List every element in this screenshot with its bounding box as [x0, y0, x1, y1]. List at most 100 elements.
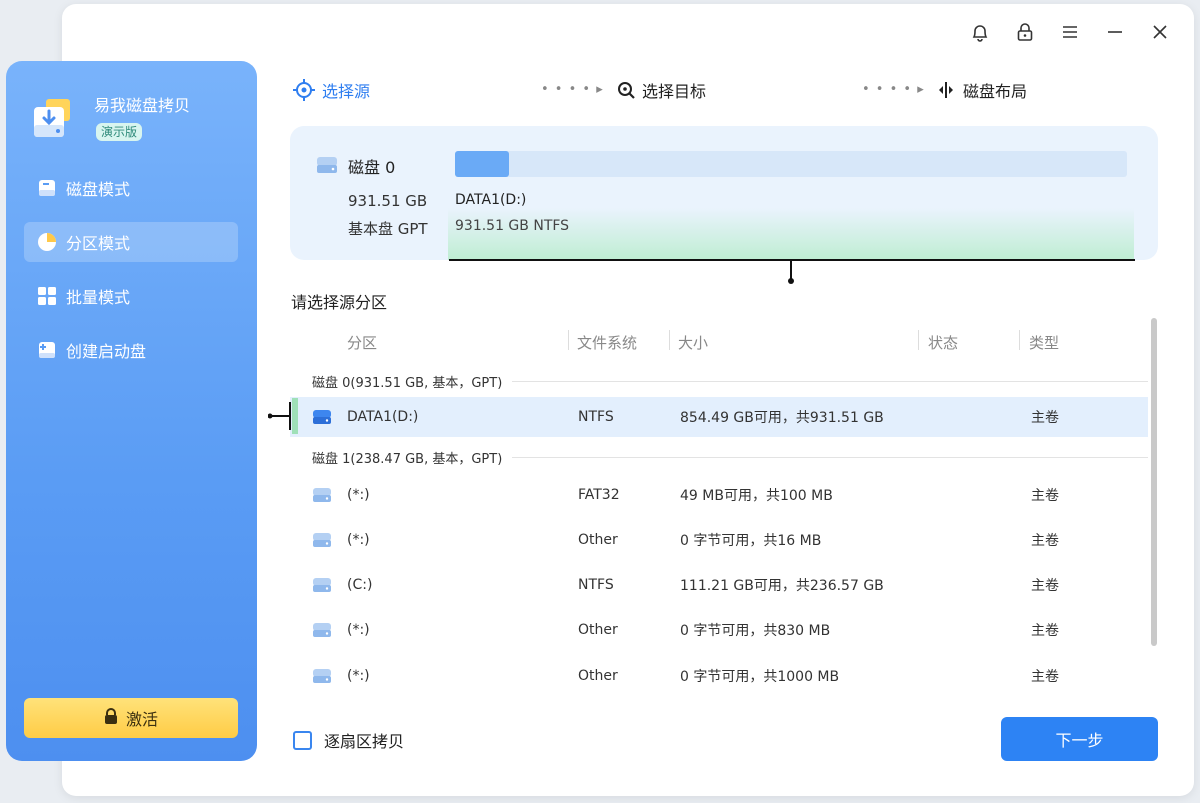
sidebar-item-partition-mode[interactable]: 分区模式 — [24, 222, 238, 262]
row-name: (*:) — [347, 487, 370, 503]
section-title: 请选择源分区 — [291, 293, 388, 312]
step-select-source[interactable]: 选择源 — [292, 78, 370, 102]
header-divider — [918, 330, 919, 350]
bell-icon[interactable] — [969, 21, 991, 43]
header-divider — [1019, 330, 1020, 350]
partition-table: 分区 文件系统 大小 状态 类型 磁盘 0(931.51 GB, 基本，GPT)… — [290, 320, 1152, 710]
header-divider — [568, 330, 569, 350]
row-size: 854.49 GB可用，共931.51 GB — [680, 410, 884, 426]
sector-copy-option[interactable]: 逐扇区拷贝 — [293, 728, 404, 752]
row-type: 主卷 — [1031, 623, 1059, 639]
row-type: 主卷 — [1031, 578, 1059, 594]
target-icon — [292, 78, 316, 102]
partition-fs: 931.51 GB NTFS — [455, 218, 570, 234]
activate-button[interactable]: 激活 — [24, 698, 238, 738]
grid-icon — [36, 285, 58, 307]
pie-chart-icon — [36, 231, 58, 253]
app-logo-icon — [30, 95, 76, 139]
usage-bar[interactable] — [455, 151, 1127, 177]
partition-icon — [312, 622, 332, 642]
table-row[interactable]: (*:) Other 0 字节可用，共16 MB 主卷 — [290, 520, 1148, 560]
brand: 易我磁盘拷贝 演示版 — [30, 95, 190, 141]
row-name: (*:) — [347, 668, 370, 684]
sidebar-item-batch-mode[interactable]: 批量模式 — [24, 276, 238, 316]
row-name: (*:) — [347, 622, 370, 638]
sidebar-item-label: 磁盘模式 — [66, 180, 131, 199]
table-scrollbar[interactable] — [1151, 318, 1157, 646]
disk-name: 磁盘 0 — [348, 158, 396, 177]
disk-type: 基本盘 GPT — [348, 220, 428, 238]
target-search-icon — [616, 80, 636, 100]
sector-copy-label: 逐扇区拷贝 — [324, 732, 405, 751]
step-select-target[interactable]: 选择目标 — [616, 78, 706, 102]
layout-split-icon — [935, 80, 957, 100]
partition-baseline — [449, 259, 1135, 261]
step-label: 选择目标 — [642, 82, 707, 101]
header-size[interactable]: 大小 — [678, 332, 708, 353]
partition-highlight — [448, 208, 1134, 260]
sidebar: 易我磁盘拷贝 演示版 磁盘模式 分区模式 批量模式 创建启动盘 激活 — [6, 61, 257, 761]
table-row[interactable]: (*:) Other 0 字节可用，共1000 MB 主卷 — [290, 656, 1148, 696]
sidebar-item-label: 创建启动盘 — [66, 342, 147, 361]
row-fs: Other — [578, 668, 618, 684]
sidebar-item-create-boot-disk[interactable]: 创建启动盘 — [24, 330, 238, 370]
usage-bar-fill — [455, 151, 509, 177]
lock-icon — [104, 708, 118, 728]
row-fs: NTFS — [578, 409, 614, 425]
row-type: 主卷 — [1031, 533, 1059, 549]
sidebar-nav: 磁盘模式 分区模式 批量模式 创建启动盘 — [24, 168, 238, 384]
sector-copy-checkbox[interactable] — [293, 730, 312, 750]
disk-size: 931.51 GB — [348, 192, 428, 210]
app-name: 易我磁盘拷贝 — [94, 96, 191, 115]
lock-icon[interactable] — [1014, 21, 1036, 43]
disk-mode-icon — [36, 177, 58, 199]
header-type[interactable]: 类型 — [1029, 332, 1059, 353]
table-row[interactable]: (*:) FAT32 49 MB可用，共100 MB 主卷 — [290, 475, 1148, 515]
close-icon[interactable] — [1149, 21, 1171, 43]
disk-group-header: 磁盘 0(931.51 GB, 基本，GPT) — [312, 372, 1148, 391]
table-row[interactable]: DATA1(D:) NTFS 854.49 GB可用，共931.51 GB 主卷 — [290, 397, 1148, 437]
sidebar-item-disk-mode[interactable]: 磁盘模式 — [24, 168, 238, 208]
row-fs: FAT32 — [578, 487, 620, 503]
step-connector-dots: • • • • ▸ — [862, 82, 925, 97]
row-type: 主卷 — [1031, 669, 1059, 685]
row-type: 主卷 — [1031, 410, 1059, 426]
partition-icon — [312, 409, 332, 429]
demo-badge: 演示版 — [96, 123, 143, 141]
partition-icon — [312, 487, 332, 507]
table-row[interactable]: (*:) Other 0 字节可用，共830 MB 主卷 — [290, 610, 1148, 650]
partition-icon — [312, 668, 332, 688]
header-divider — [669, 330, 670, 350]
sidebar-item-label: 批量模式 — [66, 288, 131, 307]
partition-icon — [312, 577, 332, 597]
step-disk-layout[interactable]: 磁盘布局 — [935, 78, 1027, 102]
minimize-icon[interactable] — [1104, 21, 1126, 43]
row-size: 111.21 GB可用，共236.57 GB — [680, 578, 884, 594]
partition-pointer-dot — [788, 278, 794, 284]
row-name: (*:) — [347, 532, 370, 548]
row-size: 0 字节可用，共1000 MB — [680, 669, 840, 685]
row-size: 0 字节可用，共830 MB — [680, 623, 831, 639]
step-connector-dots: • • • • ▸ — [541, 82, 604, 97]
row-name: DATA1(D:) — [347, 409, 419, 425]
partition-name: DATA1(D:) — [455, 192, 527, 208]
row-fs: Other — [578, 622, 618, 638]
step-label: 选择源 — [322, 82, 371, 101]
partition-pointer — [790, 260, 792, 280]
row-fs: NTFS — [578, 577, 614, 593]
selection-marker — [267, 396, 298, 436]
row-size: 49 MB可用，共100 MB — [680, 488, 833, 504]
sidebar-item-label: 分区模式 — [66, 234, 131, 253]
disk-group-label: 磁盘 1(238.47 GB, 基本，GPT) — [312, 452, 503, 467]
table-header: 分区 文件系统 大小 状态 类型 — [290, 320, 1148, 360]
disk-group-label: 磁盘 0(931.51 GB, 基本，GPT) — [312, 376, 503, 391]
row-name: (C:) — [347, 577, 373, 593]
header-partition[interactable]: 分区 — [347, 332, 377, 353]
row-size: 0 字节可用，共16 MB — [680, 533, 822, 549]
next-button[interactable]: 下一步 — [1001, 717, 1158, 761]
header-fs[interactable]: 文件系统 — [577, 332, 637, 353]
header-status[interactable]: 状态 — [928, 332, 958, 353]
row-type: 主卷 — [1031, 488, 1059, 504]
table-row[interactable]: (C:) NTFS 111.21 GB可用，共236.57 GB 主卷 — [290, 565, 1148, 605]
menu-icon[interactable] — [1059, 21, 1081, 43]
